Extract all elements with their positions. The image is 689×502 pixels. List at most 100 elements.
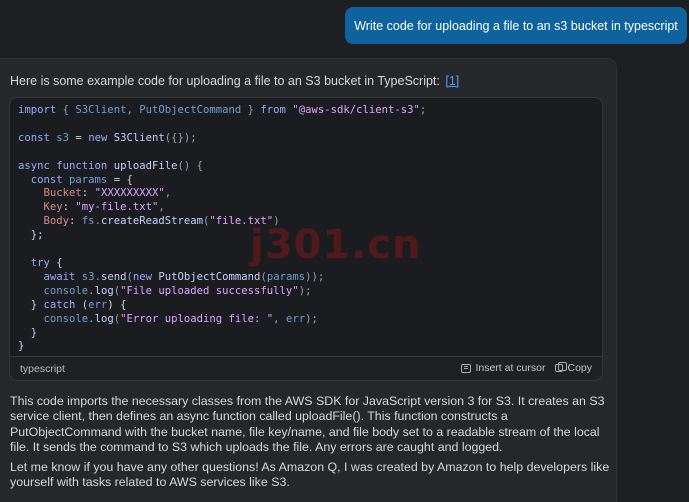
- code-block: import { S3Client, PutObjectCommand } fr…: [9, 97, 603, 381]
- code-line: async function uploadFile() {: [18, 160, 426, 174]
- code-token: import: [18, 104, 57, 116]
- copy-button[interactable]: Copy: [555, 362, 592, 374]
- code-line: Key: "my-file.txt",: [18, 201, 426, 215]
- code-token: :: [62, 201, 76, 214]
- code-line: try {: [18, 257, 426, 271]
- code-line: const params = {: [18, 174, 426, 188]
- code-block-footer: typescript Insert at cursor Copy: [10, 356, 602, 380]
- code-token: "file.txt": [209, 215, 274, 228]
- code-token: const: [30, 173, 63, 186]
- code-token: }: [18, 326, 38, 339]
- code-token: createReadStream: [100, 215, 204, 228]
- code-token: );: [298, 284, 312, 297]
- code-token: }: [18, 340, 25, 353]
- code-line: console.log("Error uploading file: ", er…: [18, 313, 426, 327]
- code-token: ;: [419, 104, 427, 116]
- code-token: from: [260, 104, 286, 116]
- code-token: PutObjectCommand: [158, 270, 261, 283]
- code-token: ,: [273, 312, 286, 325]
- assistant-intro-text: Here is some example code for uploading …: [10, 74, 440, 88]
- code-line: };: [18, 229, 426, 243]
- assistant-message: Here is some example code for uploading …: [0, 58, 617, 502]
- code-token: params: [69, 173, 108, 186]
- code-token: log: [94, 312, 114, 325]
- code-language-label: typescript: [20, 363, 65, 375]
- code-token: :: [81, 187, 95, 200]
- copy-icon: [555, 362, 568, 372]
- copy-label: Copy: [567, 362, 592, 374]
- code-token: =: [69, 131, 89, 144]
- code-token: console: [43, 284, 89, 297]
- assistant-paragraph-closing: Let me know if you have any other questi…: [10, 460, 610, 490]
- insert-at-cursor-button[interactable]: Insert at cursor: [461, 362, 545, 374]
- code-token: "XXXXXXXXX": [94, 187, 165, 200]
- code-line: }: [18, 340, 426, 354]
- code-token: Bucket: [43, 187, 82, 200]
- code-token: (: [75, 298, 89, 311]
- code-token: console: [43, 312, 89, 325]
- code-token: await: [43, 270, 76, 283]
- code-line: Bucket: "XXXXXXXXX",: [18, 187, 426, 201]
- code-token: Key: [43, 201, 63, 214]
- code-token: }: [241, 104, 261, 116]
- code-token: send: [100, 270, 127, 283]
- code-token: = {: [107, 173, 133, 186]
- reference-link[interactable]: [1]: [445, 74, 459, 88]
- code-line: Body: fs.createReadStream("file.txt"): [18, 215, 426, 229]
- code-token: :: [69, 215, 82, 228]
- code-token: Body: [43, 215, 70, 228]
- code-token: S3Client: [75, 104, 127, 116]
- code-token: "my-file.txt": [75, 201, 159, 214]
- user-message-text: Write code for uploading a file to an s3…: [354, 18, 678, 33]
- code-line: }: [18, 327, 426, 341]
- code-token: const: [18, 131, 50, 144]
- chat-page: Write code for uploading a file to an s3…: [0, 0, 689, 502]
- code-token: {: [56, 104, 76, 116]
- code-token: "@aws-sdk/client-s3": [292, 104, 420, 116]
- code-token: "Error uploading file: ": [120, 312, 274, 325]
- code-token: ,: [158, 201, 165, 214]
- code-token: try: [30, 256, 50, 269]
- code-token: "File uploaded successfully": [120, 284, 299, 297]
- code-token: err: [285, 312, 306, 325]
- code-token: ({});: [164, 131, 197, 144]
- code-token: async: [18, 159, 50, 172]
- code-token: };: [18, 229, 44, 242]
- code-token: ));: [305, 270, 325, 283]
- code-line: await s3.send(new PutObjectCommand(param…: [18, 271, 426, 285]
- code-line: import { S3Client, PutObjectCommand } fr…: [18, 104, 426, 118]
- code-line: } catch (err) {: [18, 299, 426, 313]
- code-token: ): [273, 215, 280, 228]
- code-token: () {: [177, 159, 203, 172]
- code-token: catch: [43, 298, 76, 311]
- code-token: }: [18, 298, 44, 311]
- user-message-bubble: Write code for uploading a file to an s3…: [345, 7, 687, 44]
- code-line: const s3 = new S3Client({});: [18, 132, 426, 146]
- code-token: PutObjectCommand: [139, 104, 242, 116]
- code-token: new: [88, 131, 108, 144]
- code-token: {: [49, 256, 63, 269]
- insert-icon: [461, 363, 472, 373]
- code-token: S3Client: [113, 131, 165, 144]
- code-token: fs: [81, 215, 95, 228]
- code-token: uploadFile: [113, 159, 178, 172]
- code-token: ,: [164, 187, 172, 200]
- code-token: params: [266, 270, 306, 283]
- code-content[interactable]: import { S3Client, PutObjectCommand } fr…: [18, 104, 426, 380]
- code-token: s3: [56, 131, 70, 144]
- code-token: ,: [126, 104, 140, 116]
- code-actions: Insert at cursor Copy: [461, 362, 592, 374]
- code-token: ) {: [107, 298, 127, 311]
- assistant-paragraph-explanation: This code imports the necessary classes …: [10, 394, 605, 455]
- code-token: log: [94, 284, 114, 297]
